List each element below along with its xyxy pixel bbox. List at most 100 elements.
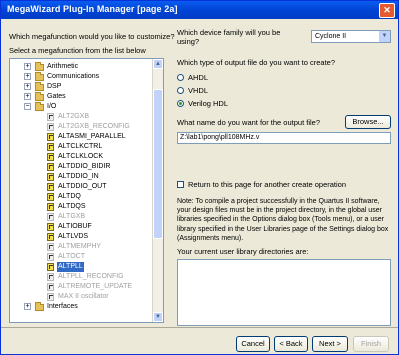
- megafunction-icon: [47, 243, 54, 251]
- expand-icon[interactable]: +: [24, 73, 31, 80]
- output-filename-input[interactable]: Z:\lab1\pong\pll108MHz.v: [177, 132, 391, 144]
- scroll-down-icon[interactable]: ▼: [153, 312, 163, 322]
- close-button[interactable]: ✕: [379, 3, 395, 18]
- tree-item-label: ALTPLL: [57, 262, 84, 272]
- tree-item[interactable]: ALT2GXB: [10, 112, 153, 122]
- device-family-select[interactable]: Cyclone II ▼: [311, 30, 391, 43]
- tree-item-label: ALT2GXB_RECONFIG: [58, 123, 130, 130]
- megafunction-tree[interactable]: + Arithmetic + Communications + DSP + Gates − I/O…: [9, 58, 164, 323]
- tree-item[interactable]: ALTOCT: [10, 252, 153, 262]
- tree-item-label: ALTGXB: [58, 213, 86, 220]
- megafunction-icon: [47, 123, 54, 131]
- tree-item-label: ALTOCT: [58, 253, 85, 260]
- expand-icon[interactable]: +: [24, 63, 31, 70]
- device-family-question: Which device family will you be using?: [177, 28, 281, 46]
- tree-item-label: ALTDDIO_IN: [58, 173, 99, 180]
- folder-icon: [35, 62, 44, 71]
- megafunction-icon: [47, 153, 54, 161]
- tree-folder-label: I/O: [47, 103, 57, 110]
- megafunction-icon: [47, 173, 54, 181]
- tree-folder[interactable]: + Gates: [10, 92, 153, 102]
- megafunction-icon: [47, 133, 54, 141]
- expand-icon[interactable]: +: [24, 303, 31, 310]
- tree-item[interactable]: ALTDDIO_OUT: [10, 182, 153, 192]
- tree-folder[interactable]: + Arithmetic: [10, 62, 153, 72]
- tree-item-label: ALT2GXB: [58, 113, 89, 120]
- megafunction-icon: [47, 283, 54, 291]
- tree-item[interactable]: ALTCLKLOCK: [10, 152, 153, 162]
- megafunction-icon: [47, 223, 54, 231]
- radio-vhdl-label[interactable]: VHDL: [188, 86, 208, 95]
- tree-item-label: ALTPLL_RECONFIG: [58, 273, 124, 280]
- radio-ahdl[interactable]: [177, 74, 184, 81]
- folder-icon: [35, 102, 44, 111]
- return-checkbox[interactable]: [177, 181, 184, 188]
- window-title: MegaWizard Plug-In Manager [page 2a]: [7, 4, 178, 14]
- tree-item[interactable]: ALTDDIO_BIDIR: [10, 162, 153, 172]
- browse-button[interactable]: Browse...: [345, 115, 391, 129]
- collapse-icon[interactable]: −: [24, 103, 31, 110]
- tree-item[interactable]: ALTMEMPHY: [10, 242, 153, 252]
- megafunction-icon: [47, 193, 54, 201]
- tree-item-label: ALTDQS: [58, 203, 86, 210]
- tree-item[interactable]: ALTPLL: [10, 262, 153, 272]
- tree-folder-label: DSP: [47, 83, 62, 90]
- tree-item-label: ALTMEMPHY: [58, 243, 102, 250]
- megafunction-question: Which megafunction would you like to cus…: [9, 32, 175, 41]
- radio-vhdl[interactable]: [177, 87, 184, 94]
- tree-folder[interactable]: − I/O: [10, 102, 153, 112]
- library-dirs-label: Your current user library directories ar…: [177, 247, 309, 256]
- tree-item[interactable]: ALTDDIO_IN: [10, 172, 153, 182]
- scroll-thumb[interactable]: [153, 89, 163, 239]
- tree-item-label: ALTCLKLOCK: [58, 153, 103, 160]
- tree-item-label: ALTDDIO_OUT: [58, 183, 107, 190]
- tree-item-label: ALTLVDS: [58, 233, 89, 240]
- tree-item[interactable]: ALTASMI_PARALLEL: [10, 132, 153, 142]
- megafunction-icon: [47, 293, 54, 301]
- tree-item[interactable]: ALTLVDS: [10, 232, 153, 242]
- next-button[interactable]: Next >: [312, 336, 348, 352]
- tree-folder[interactable]: + Communications: [10, 72, 153, 82]
- megafunction-icon: [47, 263, 54, 271]
- tree-folder-label: Communications: [47, 73, 100, 80]
- cancel-button[interactable]: Cancel: [236, 336, 270, 352]
- tree-list: + Arithmetic + Communications + DSP + Gates − I/O…: [10, 59, 153, 322]
- megafunction-icon: [47, 143, 54, 151]
- tree-item[interactable]: MAX II oscillator: [10, 292, 153, 302]
- megafunction-icon: [47, 163, 54, 171]
- tree-item[interactable]: ALTPLL_RECONFIG: [10, 272, 153, 282]
- tree-item-label: MAX II oscillator: [58, 293, 109, 300]
- tree-item[interactable]: ALTDQS: [10, 202, 153, 212]
- title-bar[interactable]: MegaWizard Plug-In Manager [page 2a] ✕: [1, 1, 398, 19]
- library-dirs-list[interactable]: [177, 259, 391, 326]
- tree-folder[interactable]: + DSP: [10, 82, 153, 92]
- return-checkbox-label[interactable]: Return to this page for another create o…: [188, 180, 346, 189]
- tree-item[interactable]: ALTCLKCTRL: [10, 142, 153, 152]
- tree-item[interactable]: ALTGXB: [10, 212, 153, 222]
- tree-item-label: ALTCLKCTRL: [58, 143, 103, 150]
- radio-verilog-label[interactable]: Verilog HDL: [188, 99, 228, 108]
- tree-folder-label: Arithmetic: [47, 63, 79, 70]
- megawizard-window: MegaWizard Plug-In Manager [page 2a] ✕ W…: [0, 0, 399, 355]
- megafunction-icon: [47, 233, 54, 241]
- tree-item[interactable]: ALT2GXB_RECONFIG: [10, 122, 153, 132]
- megafunction-icon: [47, 203, 54, 211]
- dropdown-arrow-icon[interactable]: ▼: [379, 31, 390, 42]
- tree-item[interactable]: ALTIOBUF: [10, 222, 153, 232]
- tree-scrollbar[interactable]: ▲ ▼: [152, 59, 163, 322]
- tree-folder[interactable]: + Interfaces: [10, 302, 153, 312]
- expand-icon[interactable]: +: [24, 83, 31, 90]
- compile-note: Note: To compile a project successfully …: [177, 198, 389, 242]
- finish-button[interactable]: Finish: [353, 336, 389, 352]
- radio-ahdl-label[interactable]: AHDL: [188, 73, 208, 82]
- output-type-question: Which type of output file do you want to…: [177, 58, 336, 67]
- back-button[interactable]: < Back: [274, 336, 308, 352]
- radio-verilog[interactable]: [177, 100, 184, 107]
- tree-item-label: ALTREMOTE_UPDATE: [58, 283, 133, 290]
- tree-item[interactable]: ALTDQ: [10, 192, 153, 202]
- folder-icon: [35, 72, 44, 81]
- tree-item[interactable]: ALTREMOTE_UPDATE: [10, 282, 153, 292]
- scroll-up-icon[interactable]: ▲: [153, 59, 163, 69]
- tree-item-label: ALTASMI_PARALLEL: [58, 133, 126, 140]
- expand-icon[interactable]: +: [24, 93, 31, 100]
